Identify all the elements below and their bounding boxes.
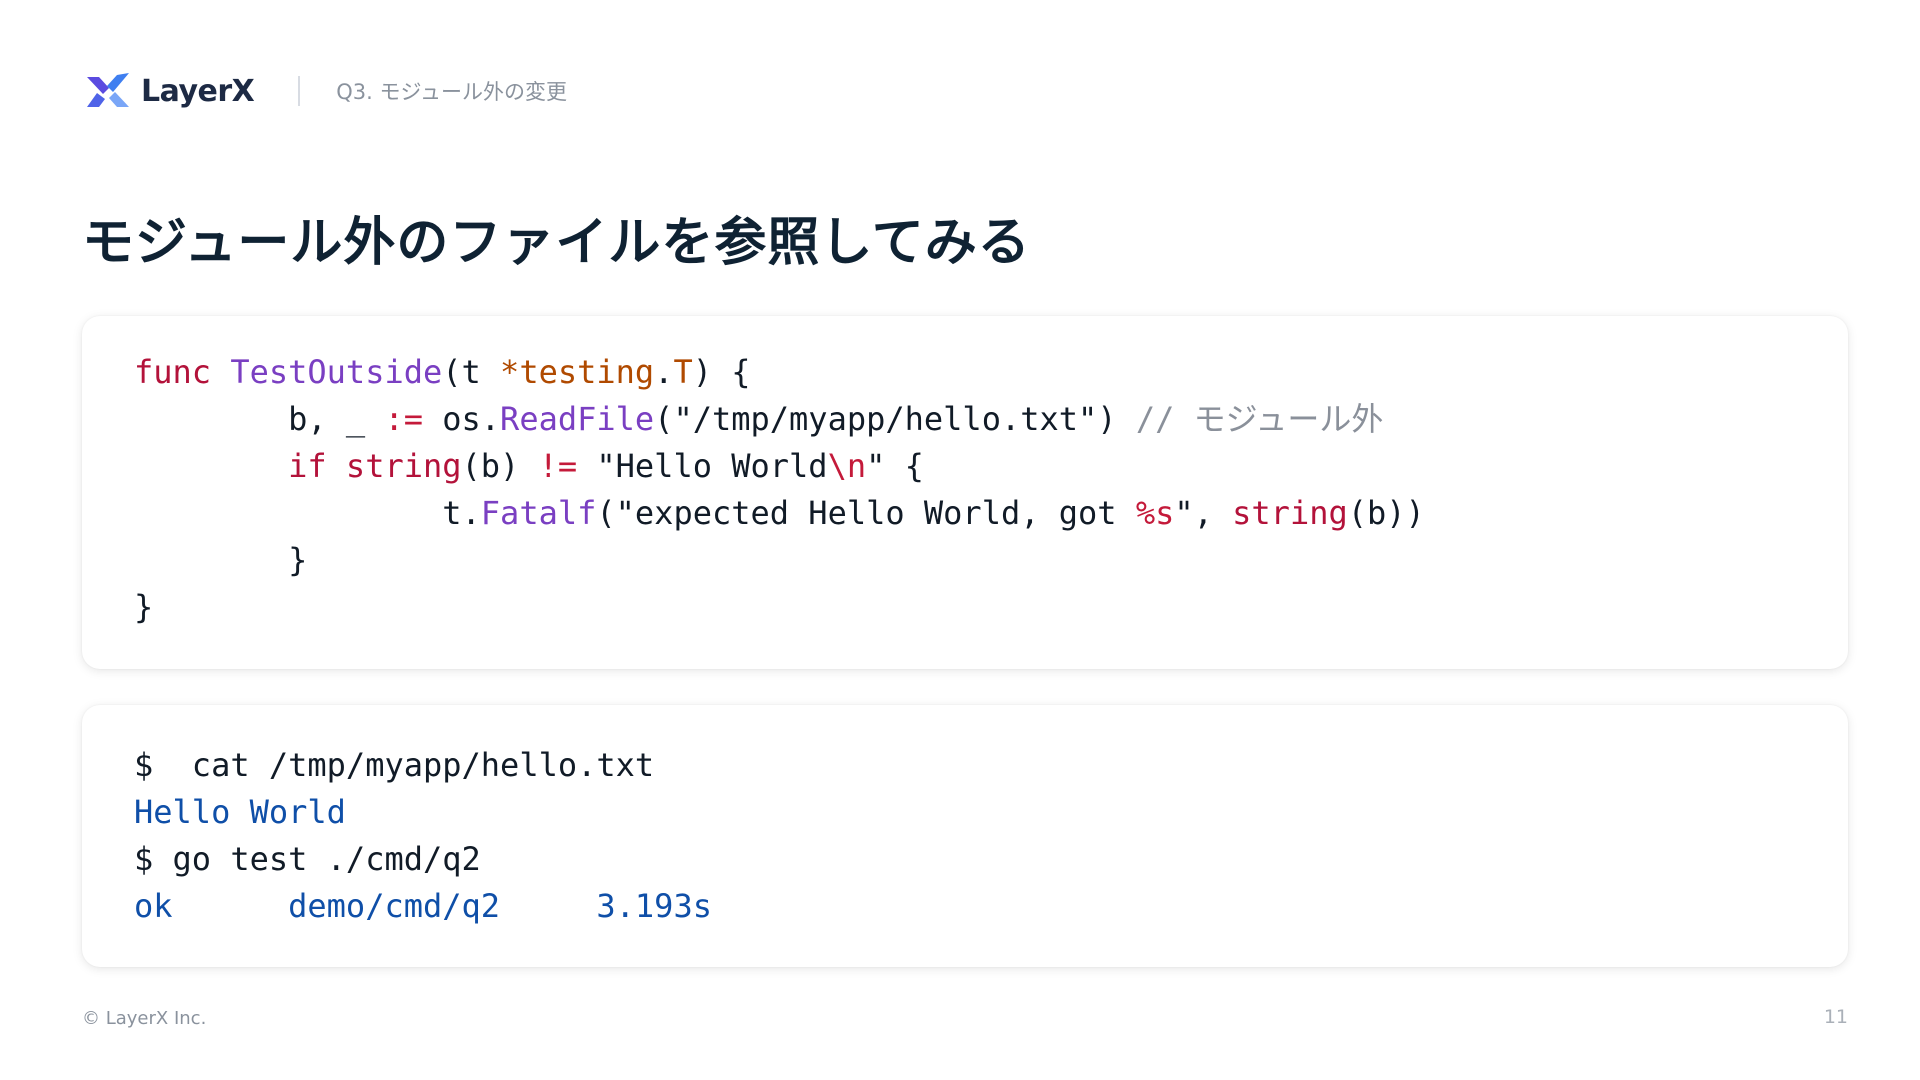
code-token: ", — [1174, 494, 1233, 532]
code-line-5: } — [134, 541, 308, 579]
string-literal: ("expected Hello World, got — [596, 494, 1136, 532]
code-line-1: func TestOutside(t *testing.T) { — [134, 349, 1848, 396]
format-verb: %s — [1135, 494, 1175, 532]
code-line-6: } — [134, 588, 154, 626]
terminal-command-2: $ go test ./cmd/q2 — [134, 840, 481, 878]
page-title: モジュール外のファイルを参照してみる — [82, 213, 1031, 273]
operator: != — [538, 447, 578, 485]
escape-sequence: \n — [827, 447, 867, 485]
header: LayerX Q3. モジュール外の変更 — [85, 70, 567, 112]
code-token: ("/tmp/myapp/hello.txt") — [654, 400, 1136, 438]
string-literal: "Hello World — [577, 447, 828, 485]
code-token: os. — [422, 400, 501, 438]
code-comment: // モジュール外 — [1135, 400, 1384, 438]
code-block: func TestOutside(t *testing.T) { b, _ :=… — [82, 316, 1848, 669]
code-token: t. — [134, 494, 481, 532]
function-call: ReadFile — [500, 400, 655, 438]
header-divider — [298, 76, 301, 106]
code-token: (b)) — [1347, 494, 1425, 532]
code-line-3: if string(b) != "Hello World\n" { — [134, 443, 1848, 490]
keyword-func: func — [134, 353, 212, 391]
logo-text: LayerX — [141, 73, 255, 109]
code-token: . — [654, 353, 674, 391]
terminal-output-1: Hello World — [134, 793, 346, 831]
page-number: 11 — [1823, 1006, 1848, 1028]
code-token: (b) — [461, 447, 539, 485]
code-line-4: t.Fatalf("expected Hello World, got %s",… — [134, 490, 1848, 537]
terminal-command-1: $ cat /tmp/myapp/hello.txt — [134, 746, 655, 784]
terminal-output-2: ok demo/cmd/q2 3.193s — [134, 887, 712, 925]
code-token: ) { — [692, 353, 751, 391]
type-name: T — [673, 353, 693, 391]
operator: := — [384, 400, 423, 438]
code-token: (t — [442, 353, 501, 391]
code-line-2: b, _ := os.ReadFile("/tmp/myapp/hello.tx… — [134, 396, 1848, 443]
builtin-string: string — [345, 447, 462, 485]
function-name: TestOutside — [230, 353, 443, 391]
keyword-if: if — [288, 447, 327, 485]
layerx-logo-icon — [87, 73, 129, 107]
builtin-string: string — [1232, 494, 1348, 532]
code-token: " { — [866, 447, 924, 485]
footer-copyright: © LayerX Inc. — [82, 1008, 207, 1029]
layerx-logo: LayerX — [85, 71, 255, 111]
type-pointer: *testing — [500, 353, 655, 391]
code-token: b, _ — [134, 400, 385, 438]
section-label: Q3. モジュール外の変更 — [336, 80, 568, 104]
terminal-block: $ cat /tmp/myapp/hello.txt Hello World $… — [82, 705, 1848, 967]
function-call: Fatalf — [480, 494, 597, 532]
